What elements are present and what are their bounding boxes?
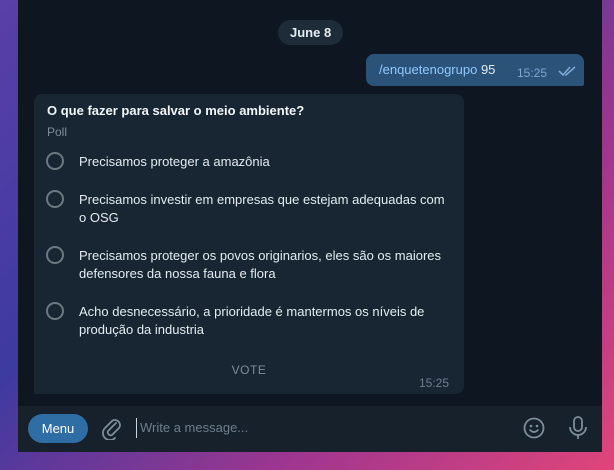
poll-message: O que fazer para salvar o meio ambiente?… xyxy=(34,94,464,394)
paperclip-icon[interactable] xyxy=(100,416,122,440)
radio-button[interactable] xyxy=(46,302,64,320)
radio-button[interactable] xyxy=(46,152,64,170)
radio-button[interactable] xyxy=(46,246,64,264)
poll-option-label: Precisamos proteger os povos originarios… xyxy=(79,248,442,281)
double-check-icon xyxy=(558,66,576,77)
outgoing-message[interactable]: /enquetenogrupo 95 15:25 xyxy=(366,54,584,86)
poll-question: O que fazer para salvar o meio ambiente? xyxy=(47,103,305,118)
poll-option-label: Precisamos investir em empresas que este… xyxy=(79,192,445,225)
vote-button[interactable]: VOTE xyxy=(34,363,464,377)
bot-command-link[interactable]: /enquetenogrupo xyxy=(379,62,477,77)
radio-button[interactable] xyxy=(46,190,64,208)
message-time: 15:25 xyxy=(517,66,548,80)
command-argument: 95 xyxy=(480,62,496,77)
message-composer: Menu Write a message... xyxy=(18,406,602,452)
outgoing-message-text: /enquetenogrupo 95 xyxy=(379,62,495,77)
bot-menu-button[interactable]: Menu xyxy=(28,414,88,443)
poll-option-label: Acho desnecessário, a prioridade é mante… xyxy=(79,304,425,337)
poll-type-label: Poll xyxy=(47,125,68,139)
chat-window: June 8 /enquetenogrupo 95 15:25 O que fa… xyxy=(18,0,602,452)
message-input[interactable]: Write a message... xyxy=(136,418,516,438)
date-separator: June 8 xyxy=(278,20,344,45)
message-time: 15:25 xyxy=(419,376,450,390)
microphone-icon[interactable] xyxy=(568,416,588,440)
smiley-icon[interactable] xyxy=(523,417,545,439)
poll-option-label: Precisamos proteger a amazônia xyxy=(79,154,270,169)
